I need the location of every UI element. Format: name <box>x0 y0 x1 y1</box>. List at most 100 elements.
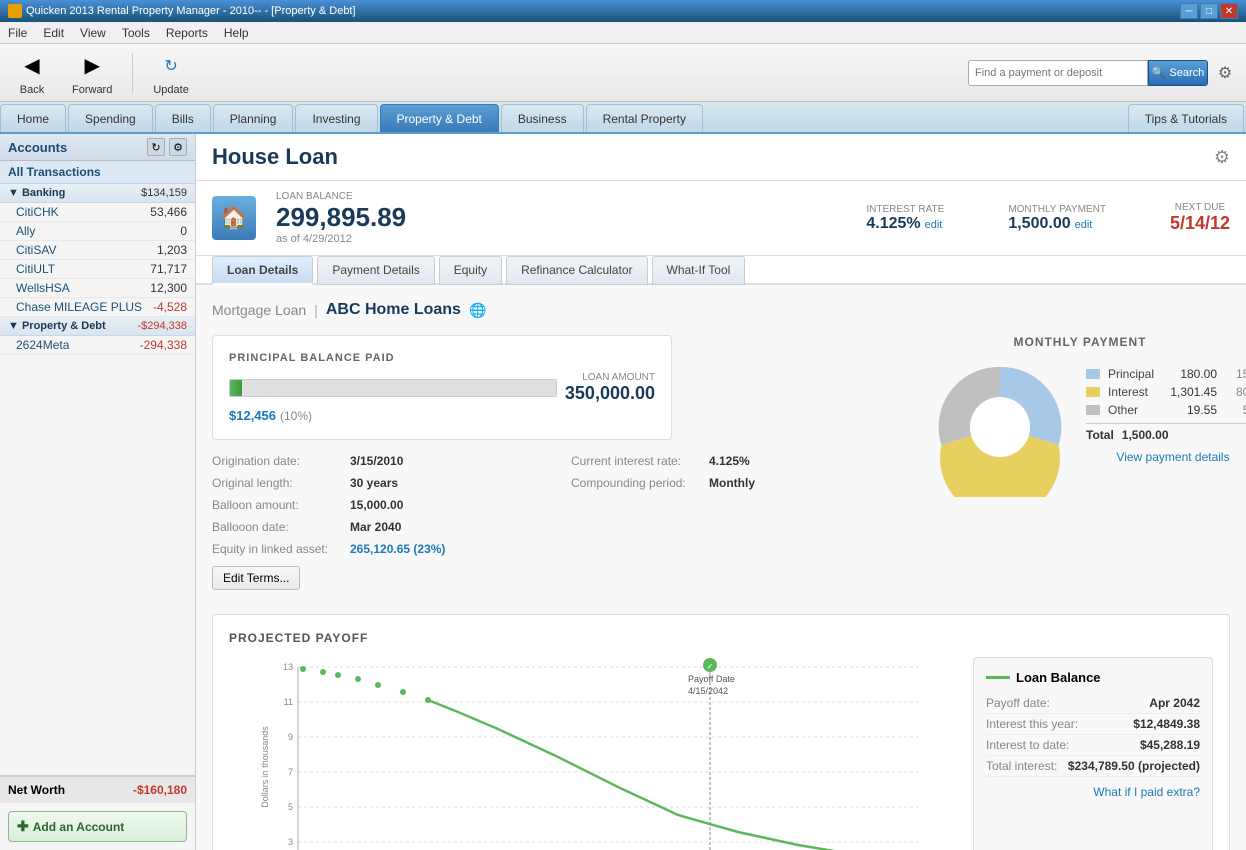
menu-edit[interactable]: Edit <box>35 24 72 42</box>
account-ally[interactable]: Ally 0 <box>0 222 195 241</box>
origination-date-field: Origination date: 3/15/2010 <box>212 452 547 470</box>
details-right: MONTHLY PAYMENT <box>930 335 1230 497</box>
monthly-payment-chart-title: MONTHLY PAYMENT <box>930 335 1230 349</box>
tab-tips-tutorials[interactable]: Tips & Tutorials <box>1128 104 1244 132</box>
update-button[interactable]: ↻ Update <box>145 46 196 100</box>
legend-total-label: Total <box>1086 428 1114 442</box>
sub-tab-what-if[interactable]: What-If Tool <box>652 256 746 285</box>
refresh-accounts-button[interactable]: ↻ <box>147 138 165 156</box>
payoff-date-label: Payoff date: <box>986 696 1050 710</box>
account-2624meta[interactable]: 2624Meta -294,338 <box>0 336 195 355</box>
tab-property-debt[interactable]: Property & Debt <box>380 104 499 132</box>
loan-amount-value: 350,000.00 <box>565 383 655 404</box>
interest-rate-label: INTEREST RATE <box>866 204 944 215</box>
tab-investing[interactable]: Investing <box>295 104 377 132</box>
account-chaseMileage[interactable]: Chase MILEAGE PLUS -4,528 <box>0 298 195 317</box>
menu-file[interactable]: File <box>0 24 35 42</box>
title-bar: Quicken 2013 Rental Property Manager - 2… <box>0 0 1246 22</box>
interest-rate-edit[interactable]: edit <box>925 219 943 231</box>
next-due-value: 5/14/12 <box>1170 213 1230 234</box>
principal-progress-fill <box>230 380 242 396</box>
search-label: Search <box>1169 67 1204 79</box>
sub-tab-refinance[interactable]: Refinance Calculator <box>506 256 647 285</box>
principal-balance-box: PRINCIPAL BALANCE PAID LOAN AMOUNT 350,0… <box>212 335 672 440</box>
legend-table: Principal 180.00 15% Interest 1,301.45 8… <box>1086 365 1246 442</box>
account-citiSav[interactable]: CitiSAV 1,203 <box>0 241 195 260</box>
monthly-payment-label: MONTHLY PAYMENT <box>1008 204 1106 215</box>
update-label: Update <box>153 84 188 96</box>
tab-bills[interactable]: Bills <box>155 104 211 132</box>
net-worth-value: -$160,180 <box>133 783 187 797</box>
equity-value[interactable]: 265,120.65 (23%) <box>350 542 445 556</box>
account-wellsHsa-name: WellsHSA <box>16 281 70 295</box>
back-button[interactable]: ◀ Back <box>8 46 56 100</box>
menu-view[interactable]: View <box>72 24 114 42</box>
nav-tabs: Home Spending Bills Planning Investing P… <box>0 102 1246 134</box>
tab-rental-property[interactable]: Rental Property <box>586 104 703 132</box>
legend-color-other <box>1086 405 1100 415</box>
sub-tab-payment-details[interactable]: Payment Details <box>317 256 434 285</box>
principal-progress-row: LOAN AMOUNT 350,000.00 <box>229 372 655 404</box>
equity-label: Equity in linked asset: <box>212 542 342 556</box>
legend-value-principal: 180.00 <box>1162 367 1217 381</box>
minimize-button[interactable]: ─ <box>1180 3 1198 19</box>
property-debt-group-header[interactable]: ▼ Property & Debt -$294,338 <box>0 317 195 336</box>
title-bar-controls[interactable]: ─ □ ✕ <box>1180 3 1238 19</box>
interest-date-label: Interest to date: <box>986 738 1069 752</box>
main-layout: Accounts ↻ ⚙ All Transactions ▼ Banking … <box>0 134 1246 850</box>
monthly-payment-stat: MONTHLY PAYMENT 1,500.00 edit <box>1008 204 1106 233</box>
interest-rate-stat: INTEREST RATE 4.125% edit <box>866 204 944 233</box>
account-wellsHsa-value: 12,300 <box>150 281 187 295</box>
account-chaseMileage-name: Chase MILEAGE PLUS <box>16 300 142 314</box>
svg-text:✓: ✓ <box>707 662 714 671</box>
tab-home[interactable]: Home <box>0 104 66 132</box>
interest-year-value: $12,4849.38 <box>1133 717 1200 731</box>
property-debt-group: ▼ Property & Debt -$294,338 2624Meta -29… <box>0 317 195 355</box>
net-worth-bar: Net Worth -$160,180 <box>0 775 195 803</box>
monthly-payment-edit[interactable]: edit <box>1075 219 1093 231</box>
accounts-settings-button[interactable]: ⚙ <box>169 138 187 156</box>
pie-legend-row: Principal 180.00 15% Interest 1,301.45 8… <box>930 357 1230 497</box>
maximize-button[interactable]: □ <box>1200 3 1218 19</box>
edit-terms-button[interactable]: Edit Terms... <box>212 566 300 590</box>
tab-spending[interactable]: Spending <box>68 104 153 132</box>
payoff-chart-svg: Dollars in thousands 13 11 9 <box>229 657 957 850</box>
close-button[interactable]: ✕ <box>1220 3 1238 19</box>
menu-reports[interactable]: Reports <box>158 24 216 42</box>
toolbar-gear-button[interactable]: ⚙ <box>1212 60 1238 86</box>
search-button[interactable]: 🔍 Search <box>1148 60 1208 86</box>
loan-balance-date: as of 4/29/2012 <box>276 233 406 245</box>
legend-value-interest: 1,301.45 <box>1162 385 1217 399</box>
view-payment-link[interactable]: View payment details <box>1086 450 1246 464</box>
accounts-title[interactable]: Accounts <box>8 140 67 155</box>
loan-balance-value: 299,895.89 <box>276 202 406 233</box>
mortgage-type-label: Mortgage Loan <box>212 302 306 318</box>
page-title: House Loan <box>212 144 338 170</box>
menu-help[interactable]: Help <box>216 24 257 42</box>
tab-business[interactable]: Business <box>501 104 584 132</box>
interest-rate-value: 4.125% <box>866 215 920 233</box>
banking-group-header[interactable]: ▼ Banking $134,159 <box>0 184 195 203</box>
tab-planning[interactable]: Planning <box>213 104 294 132</box>
update-icon: ↻ <box>155 50 187 82</box>
account-citiChk[interactable]: CitiCHK 53,466 <box>0 203 195 222</box>
origination-date-label: Origination date: <box>212 454 342 468</box>
account-wellsHsa[interactable]: WellsHSA 12,300 <box>0 279 195 298</box>
menu-bar: File Edit View Tools Reports Help <box>0 22 1246 44</box>
menu-tools[interactable]: Tools <box>114 24 158 42</box>
svg-text:9: 9 <box>288 732 293 742</box>
add-account-button[interactable]: ✚ Add an Account <box>8 811 187 842</box>
what-if-link[interactable]: What if I paid extra? <box>986 785 1200 799</box>
account-citiUlt[interactable]: CitiULT 71,717 <box>0 260 195 279</box>
all-transactions-link[interactable]: All Transactions <box>0 161 195 184</box>
globe-icon[interactable]: 🌐 <box>469 302 486 319</box>
content-gear-icon[interactable]: ⚙ <box>1214 147 1230 168</box>
sub-tab-equity[interactable]: Equity <box>439 256 502 285</box>
sub-tab-loan-details[interactable]: Loan Details <box>212 256 313 285</box>
search-input[interactable] <box>968 60 1148 86</box>
account-ally-name: Ally <box>16 224 35 238</box>
forward-button[interactable]: ▶ Forward <box>64 46 120 100</box>
equity-field: Equity in linked asset: 265,120.65 (23%) <box>212 540 906 558</box>
loan-icon: 🏠 <box>212 196 256 240</box>
balloon-date-label: Ballooon date: <box>212 520 342 534</box>
